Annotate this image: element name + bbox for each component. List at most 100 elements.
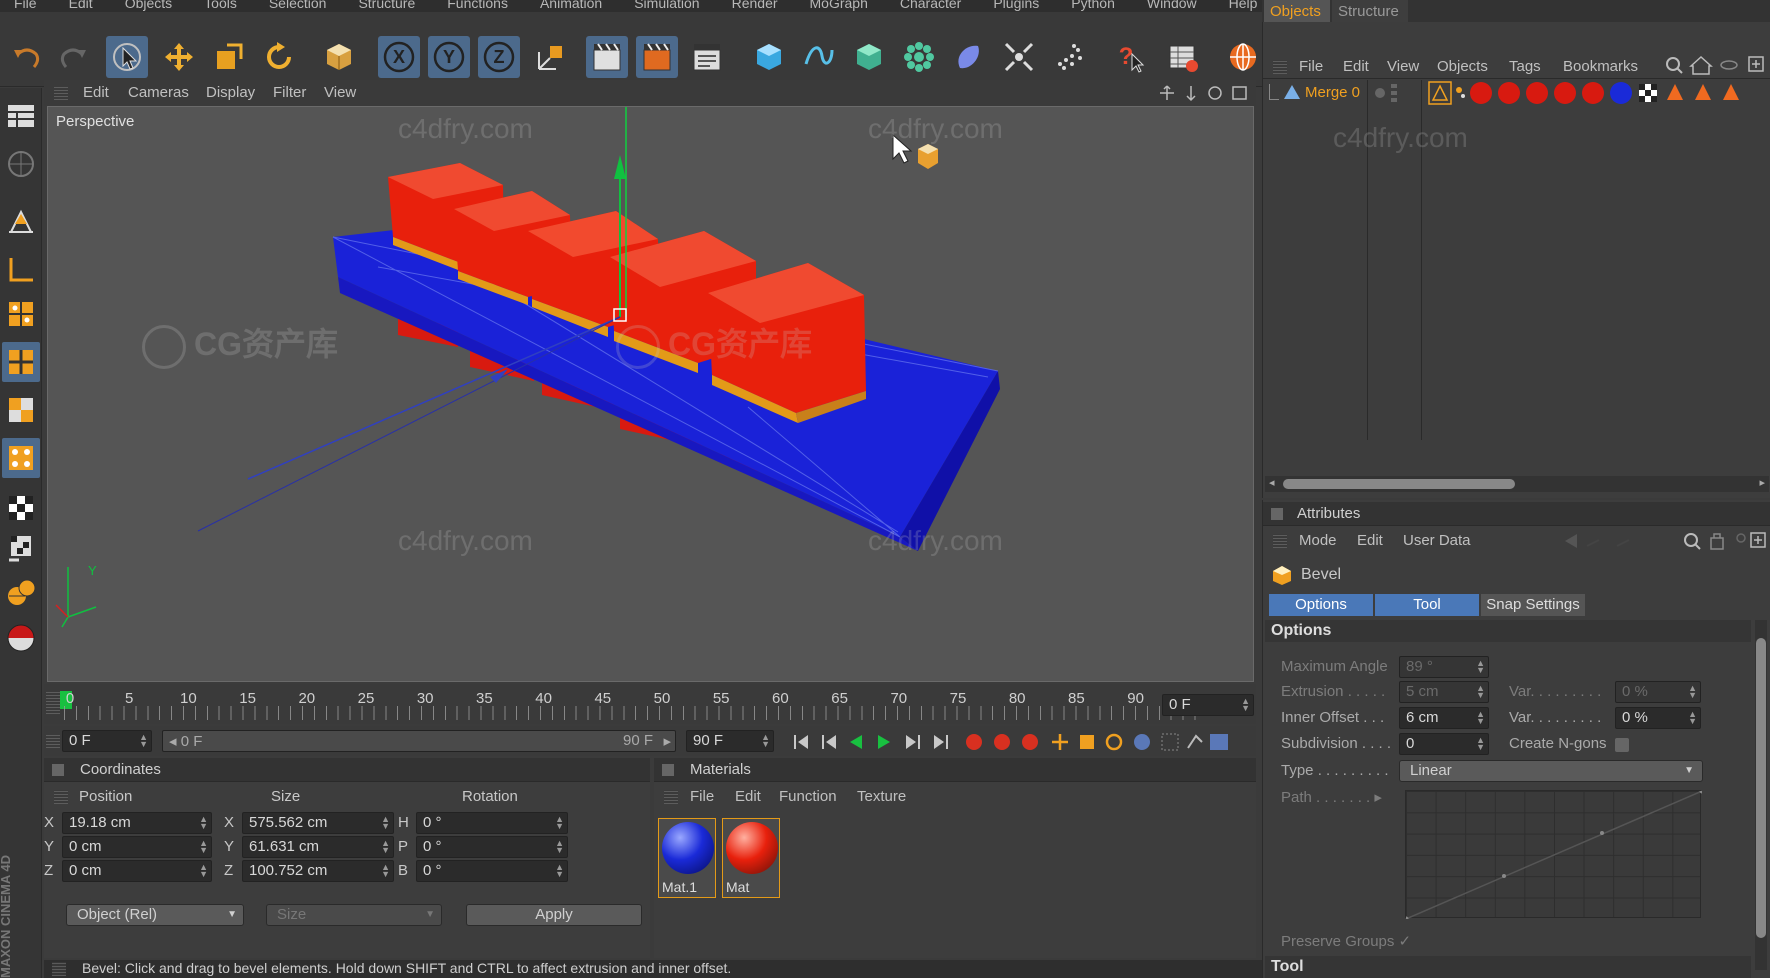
materials-menu-edit[interactable]: Edit <box>735 788 761 805</box>
inner-offset-field[interactable]: 6 cm ▲ ▼ <box>1399 707 1489 729</box>
menu-render[interactable]: Render <box>732 0 778 11</box>
playback-controls[interactable] <box>792 732 1252 752</box>
menu-edit[interactable]: Edit <box>69 0 93 11</box>
polygons-mode-icon[interactable] <box>2 294 40 334</box>
sphere-mode-icon[interactable] <box>2 144 40 184</box>
viewport-nav-icons[interactable] <box>1159 84 1259 102</box>
texture-mode-icon[interactable] <box>2 438 40 478</box>
deformer-icon[interactable] <box>948 36 990 78</box>
render-settings-icon[interactable] <box>686 36 728 78</box>
edges-mode-icon[interactable] <box>2 250 40 290</box>
move-icon[interactable] <box>158 36 200 78</box>
size-mode-select[interactable]: Size ▼ <box>266 904 442 926</box>
rotation-field[interactable]: 0 ° ▲ ▼ <box>416 812 568 834</box>
tab-tool[interactable]: Tool <box>1375 594 1479 616</box>
menu-selection[interactable]: Selection <box>269 0 327 11</box>
menu-mograph[interactable]: MoGraph <box>810 0 868 11</box>
object-tags[interactable] <box>1427 80 1770 106</box>
objects-menu-file[interactable]: File <box>1299 58 1323 75</box>
scene-icon[interactable] <box>998 36 1040 78</box>
uv-mode-icon[interactable] <box>2 342 40 382</box>
z-axis-lock-icon[interactable]: Z <box>478 36 520 78</box>
viewport-menu-display[interactable]: Display <box>206 84 255 101</box>
attributes-header-icons[interactable] <box>1563 530 1767 552</box>
menu-animation[interactable]: Animation <box>540 0 602 11</box>
objects-menu-tags[interactable]: Tags <box>1509 58 1541 75</box>
spline-icon[interactable] <box>798 36 840 78</box>
menu-python[interactable]: Python <box>1071 0 1115 11</box>
y-axis-lock-icon[interactable]: Y <box>428 36 470 78</box>
timeline-ruler[interactable]: 0 5 10 15 20 25 30 35 40 45 50 55 60 65 70 75 80 85 90 0 F… <box>44 684 1256 724</box>
menu-objects[interactable]: Objects <box>125 0 172 11</box>
rotation-field[interactable]: 0 ° ▲ ▼ <box>416 836 568 858</box>
tab-snap-settings[interactable]: Snap Settings <box>1481 594 1585 616</box>
material-thumb-mat1[interactable]: Mat.1 <box>658 818 716 898</box>
start-frame-field[interactable]: 0 F ▲ ▼ <box>62 730 152 752</box>
particle-icon[interactable] <box>1048 36 1090 78</box>
viewport-menu-cameras[interactable]: Cameras <box>128 84 189 101</box>
menu-simulation[interactable]: Simulation <box>634 0 699 11</box>
menu-file[interactable]: File <box>14 0 37 11</box>
points-mode-icon[interactable] <box>2 202 40 242</box>
objects-hscrollbar[interactable]: ◂ ▸ <box>1265 476 1769 492</box>
rotate-icon[interactable] <box>258 36 300 78</box>
undo-icon[interactable] <box>6 36 48 78</box>
size-field[interactable]: 575.562 cm ▲ ▼ <box>242 812 394 834</box>
viewport-menu-edit[interactable]: Edit <box>83 84 109 101</box>
viewport-menu-view[interactable]: View <box>324 84 356 101</box>
end-frame-field[interactable]: 90 F ▲ ▼ <box>686 730 774 752</box>
objects-menu-edit[interactable]: Edit <box>1343 58 1369 75</box>
tab-objects[interactable]: Objects <box>1264 0 1330 22</box>
type-select[interactable]: Linear ▼ <box>1399 760 1703 782</box>
tab-options[interactable]: Options <box>1269 594 1373 616</box>
layout-icon[interactable] <box>2 96 40 136</box>
coordinate-mode-select[interactable]: Object (Rel) ▼ <box>66 904 244 926</box>
object-mode-icon[interactable] <box>318 36 360 78</box>
objects-menu-bookmarks[interactable]: Bookmarks <box>1563 58 1638 75</box>
subdivision-field[interactable]: 0 ▲ ▼ <box>1399 733 1489 755</box>
nurbs-icon[interactable] <box>848 36 890 78</box>
object-merge-0[interactable]: Merge 0 <box>1305 84 1360 101</box>
objects-header-icons[interactable] <box>1663 54 1767 76</box>
materials-menu-texture[interactable]: Texture <box>857 788 906 805</box>
extrusion-field[interactable]: 5 cm ▲ ▼ <box>1399 681 1489 703</box>
web-icon[interactable] <box>1222 36 1264 78</box>
menu-functions[interactable]: Functions <box>447 0 508 11</box>
position-field[interactable]: 19.18 cm ▲ ▼ <box>62 812 212 834</box>
redo-icon[interactable] <box>52 36 94 78</box>
material-thumb-mat[interactable]: Mat <box>722 818 780 898</box>
max-angle-field[interactable]: 89 ° ▲ ▼ <box>1399 656 1489 678</box>
rotation-field[interactable]: 0 ° ▲ ▼ <box>416 860 568 882</box>
scale-icon[interactable] <box>208 36 250 78</box>
position-field[interactable]: 0 cm ▲ ▼ <box>62 860 212 882</box>
inner-offset-var-field[interactable]: 0 % ▲ ▼ <box>1615 707 1701 729</box>
checker-icon[interactable] <box>2 488 40 528</box>
array-icon[interactable] <box>898 36 940 78</box>
attributes-menu-mode[interactable]: Mode <box>1299 532 1337 549</box>
menu-structure[interactable]: Structure <box>358 0 415 11</box>
menu-plugins[interactable]: Plugins <box>993 0 1039 11</box>
coordinate-system-icon[interactable] <box>530 36 572 78</box>
live-select-icon[interactable] <box>106 36 148 78</box>
content-browser-icon[interactable] <box>1162 36 1204 78</box>
current-frame-field[interactable]: 0 F ▲ ▼ <box>1162 694 1254 716</box>
snap-grid-icon[interactable] <box>2 528 40 568</box>
sculpt-icon[interactable] <box>2 572 40 612</box>
size-field[interactable]: 61.631 cm ▲ ▼ <box>242 836 394 858</box>
tab-structure[interactable]: Structure <box>1332 0 1408 22</box>
cube-icon[interactable] <box>748 36 790 78</box>
extrusion-var-field[interactable]: 0 % ▲ ▼ <box>1615 681 1701 703</box>
material-sphere-icon[interactable] <box>2 618 40 658</box>
viewport-perspective[interactable]: Perspective Y c4dfry.com c4dfry.com c4df… <box>47 106 1254 682</box>
viewport-menu-filter[interactable]: Filter <box>273 84 306 101</box>
model-mode-icon[interactable] <box>2 390 40 430</box>
create-ngons-checkbox[interactable] <box>1615 738 1629 752</box>
help-icon[interactable]: ? <box>1110 36 1152 78</box>
x-axis-lock-icon[interactable]: X <box>378 36 420 78</box>
materials-menu-function[interactable]: Function <box>779 788 837 805</box>
size-field[interactable]: 100.752 cm ▲ ▼ <box>242 860 394 882</box>
frame-range-slider[interactable]: ◂ 0 F 90 F ▸ <box>162 730 676 752</box>
render-view-icon[interactable] <box>586 36 628 78</box>
objects-menu-view[interactable]: View <box>1387 58 1419 75</box>
apply-button[interactable]: Apply <box>466 904 642 926</box>
